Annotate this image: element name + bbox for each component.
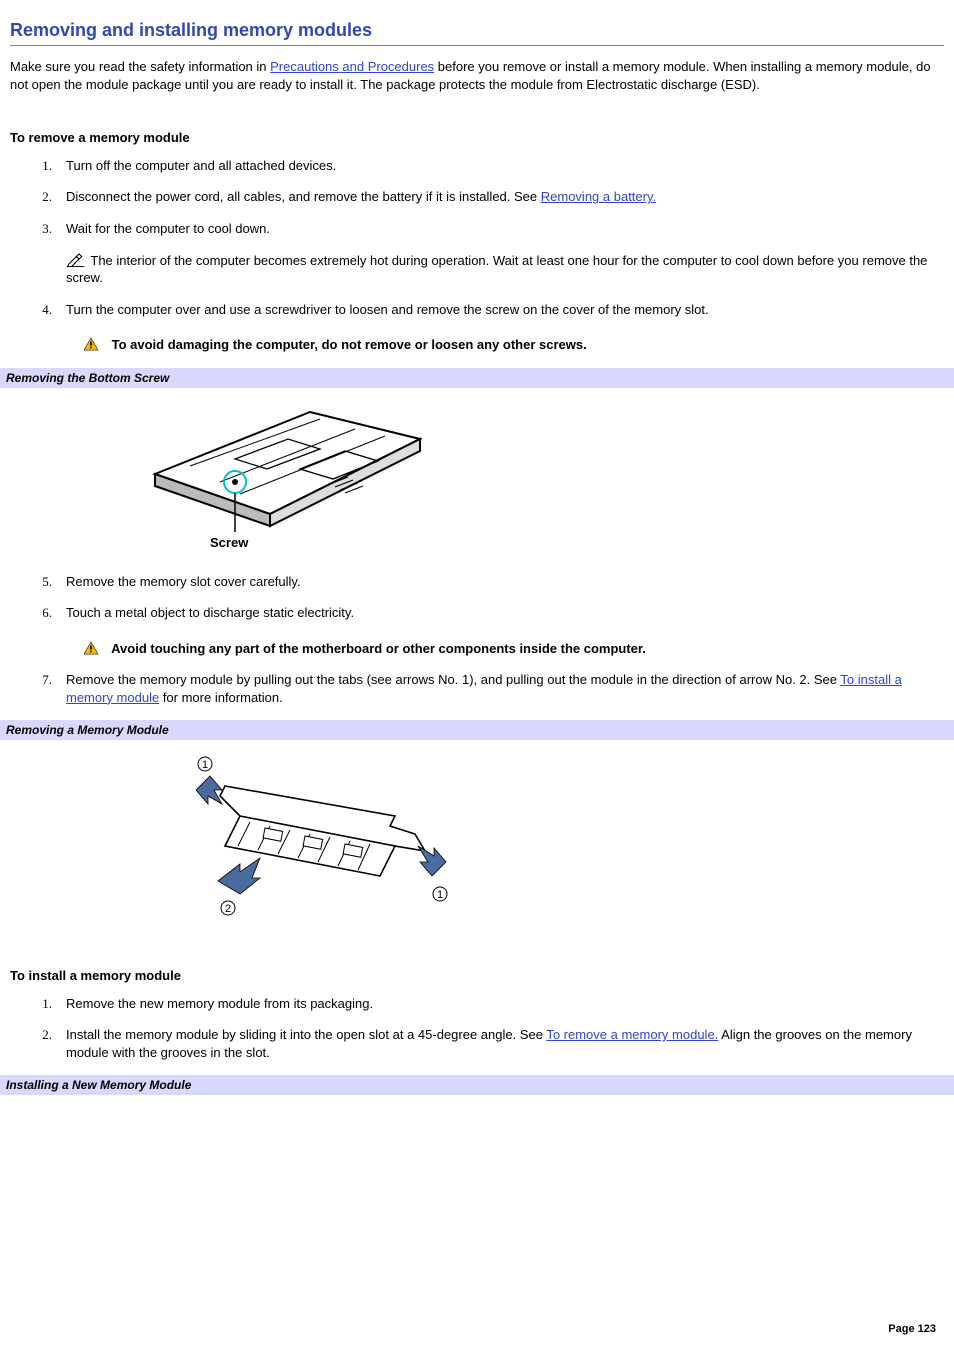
caution-text: Avoid touching any part of the motherboa… <box>111 641 646 656</box>
list-item: 5. Remove the memory slot cover carefull… <box>50 573 944 591</box>
note-text: The interior of the computer becomes ext… <box>66 253 927 286</box>
svg-text:2: 2 <box>225 903 231 915</box>
step-number: 6. <box>32 604 52 622</box>
step-text: Turn off the computer and all attached d… <box>66 158 336 173</box>
figure-caption: Installing a New Memory Module <box>0 1075 954 1095</box>
remove-steps-list: 1. Turn off the computer and all attache… <box>10 157 944 354</box>
install-steps-list: 1. Remove the new memory module from its… <box>10 995 944 1062</box>
page-title: Removing and installing memory modules <box>10 18 944 46</box>
step-number: 4. <box>32 301 52 319</box>
warning-triangle-icon <box>82 641 100 655</box>
caution-text: To avoid damaging the computer, do not r… <box>112 337 587 352</box>
step-text: Disconnect the power cord, all cables, a… <box>66 189 541 204</box>
step-number: 2. <box>32 1026 52 1044</box>
step-text: Wait for the computer to cool down. <box>66 221 270 236</box>
step-number: 1. <box>32 157 52 175</box>
intro-paragraph: Make sure you read the safety informatio… <box>10 58 944 93</box>
list-item: 2. Install the memory module by sliding … <box>50 1026 944 1061</box>
svg-text:1: 1 <box>437 889 443 901</box>
step-text: Remove the memory slot cover carefully. <box>66 574 301 589</box>
note-block: The interior of the computer becomes ext… <box>66 252 944 287</box>
caution-block: To avoid damaging the computer, do not r… <box>82 336 944 354</box>
figure-caption: Removing the Bottom Screw <box>0 368 954 388</box>
remove-heading: To remove a memory module <box>10 129 944 147</box>
removing-battery-link[interactable]: Removing a battery. <box>541 189 656 204</box>
caution-block: Avoid touching any part of the motherboa… <box>82 640 944 658</box>
precautions-link[interactable]: Precautions and Procedures <box>270 59 434 74</box>
step-text: Turn the computer over and use a screwdr… <box>66 302 709 317</box>
step-number: 3. <box>32 220 52 238</box>
step-number: 2. <box>32 188 52 206</box>
content-area: Removing and installing memory modules M… <box>0 0 954 1095</box>
warning-triangle-icon <box>82 337 100 351</box>
intro-text-pre: Make sure you read the safety informatio… <box>10 59 270 74</box>
remove-module-link[interactable]: To remove a memory module. <box>546 1027 718 1042</box>
list-item: 4. Turn the computer over and use a scre… <box>50 301 944 354</box>
step-number: 7. <box>32 671 52 689</box>
screw-label-svg: Screw <box>210 535 249 550</box>
page: Removing and installing memory modules M… <box>0 0 954 1351</box>
step-text: Install the memory module by sliding it … <box>66 1027 546 1042</box>
list-item: 2. Disconnect the power cord, all cables… <box>50 188 944 206</box>
step-number: 1. <box>32 995 52 1013</box>
step-text: Remove the memory module by pulling out … <box>66 672 840 687</box>
step-text: Remove the new memory module from its pa… <box>66 996 373 1011</box>
step-text-post: for more information. <box>159 690 283 705</box>
list-item: 7. Remove the memory module by pulling o… <box>50 671 944 706</box>
list-item: 3. Wait for the computer to cool down. T… <box>50 220 944 287</box>
step-number: 5. <box>32 573 52 591</box>
remove-steps-continued: 5. Remove the memory slot cover carefull… <box>10 573 944 707</box>
install-heading: To install a memory module <box>10 967 944 985</box>
list-item: 1. Remove the new memory module from its… <box>50 995 944 1013</box>
figure-removing-module: 1 2 1 <box>10 746 944 931</box>
step-text: Touch a metal object to discharge static… <box>66 605 354 620</box>
list-item: 1. Turn off the computer and all attache… <box>50 157 944 175</box>
list-item: 6. Touch a metal object to discharge sta… <box>50 604 944 657</box>
figure-caption: Removing a Memory Module <box>0 720 954 740</box>
svg-text:1: 1 <box>202 759 208 771</box>
figure-removing-screw: Screw <box>10 394 944 559</box>
page-number: Page 123 <box>888 1322 936 1337</box>
pencil-note-icon <box>66 253 85 267</box>
